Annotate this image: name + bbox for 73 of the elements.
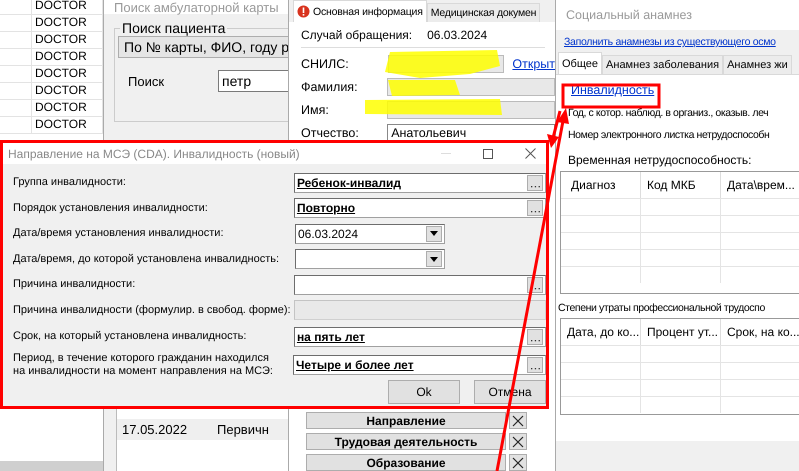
section-label: Степени утраты профессиональной трудоспо — [558, 302, 766, 314]
field-label: Дата/время установления инвалидности: — [13, 227, 224, 240]
field-label: Срок, на который установлена инвалидность: — [13, 330, 248, 343]
table-cell — [0, 31, 32, 49]
tab[interactable]: Основная информация — [293, 0, 427, 22]
table-cell — [0, 82, 32, 100]
field-label: Причина инвалидности: — [13, 278, 136, 292]
remove-button[interactable] — [509, 433, 527, 450]
section-button[interactable]: Образование — [306, 454, 506, 471]
column-header[interactable]: Дата\врем... — [721, 172, 799, 198]
case-label: Случай обращения: — [301, 28, 412, 42]
column-header[interactable]: Срок, на ко... — [721, 319, 799, 345]
field-label: Фамилия: — [301, 80, 359, 94]
column-header[interactable]: Дата, до ко... — [561, 319, 641, 345]
lookup-field[interactable] — [294, 274, 546, 295]
window-title: Поиск амбулаторной карты — [114, 1, 279, 14]
open-link[interactable]: Открыт — [512, 56, 555, 70]
lookup-field[interactable]: Повторно — [294, 198, 546, 218]
search-field[interactable]: петр — [218, 70, 288, 92]
dropdown-caret-icon — [430, 231, 438, 236]
column-header[interactable]: Код МКБ — [641, 172, 721, 198]
table-cell — [0, 14, 32, 32]
lookup-field[interactable]: Ребенок-инвалид — [294, 172, 546, 193]
table-cell — [0, 0, 32, 15]
field-label: Причина инвалидности (формулир. в свобод. форме): — [13, 304, 292, 317]
section-button[interactable]: Трудовая деятельность — [306, 433, 506, 450]
highlighter-stroke — [388, 80, 460, 96]
close-icon — [512, 456, 524, 468]
table-cell — [0, 99, 32, 117]
field-label: Отчество: — [301, 126, 360, 140]
table-cell-text: 17.05.2022 — [121, 421, 188, 439]
field-label: Номер электронного листка нетрудоспособн — [568, 129, 770, 141]
field-label: Группа инвалидности: — [13, 176, 127, 190]
warning-icon — [297, 5, 310, 18]
tab[interactable]: Анамнез жи — [723, 55, 792, 74]
field-label: Год, с котор. наблюд. в организ., оказыв. леч — [568, 107, 770, 119]
text-field[interactable]: Анатольевич — [387, 124, 555, 142]
remove-button[interactable] — [509, 412, 527, 429]
column-header[interactable]: Процент ут... — [641, 319, 721, 345]
table-cell — [0, 48, 32, 66]
field-label: СНИЛС: — [301, 56, 350, 70]
field-label: Порядок установления инвалидности: — [13, 202, 209, 215]
lookup-field[interactable]: на пять лет — [294, 326, 546, 346]
tab[interactable]: Анамнез заболевания — [602, 55, 724, 74]
disability-link[interactable]: Инвалидность — [571, 83, 654, 97]
search-label: Поиск — [127, 74, 166, 88]
section-label: Временная нетрудоспособность: — [568, 153, 752, 167]
date-field[interactable]: 06.03.2024 — [295, 224, 445, 244]
close-icon — [512, 414, 524, 426]
case-date: 06.03.2024 — [427, 28, 488, 42]
table-cell-text: Первичн — [216, 421, 270, 439]
dropdown-caret-icon — [430, 256, 438, 262]
table-row[interactable]: 17.05.2022 Первичн — [117, 419, 288, 440]
table-cell — [0, 116, 32, 134]
remove-button[interactable] — [509, 454, 527, 471]
table-cell — [0, 65, 32, 83]
window-title: Социальный анамнез — [566, 8, 692, 22]
date-field[interactable] — [295, 249, 445, 270]
field-label: Дата/время, до которой установлена инвалидность: — [13, 252, 280, 266]
ok-button[interactable]: Ok — [388, 380, 460, 404]
dialog-title: Направление на МСЭ (CDA). Инвалидность (новый) — [8, 146, 300, 160]
fill-history-link[interactable]: Заполнить анамнезы из существующего осмо — [564, 36, 776, 48]
field-label: Период, в течение которого гражданин находился на инвалидности на момент направления на МСЭ: — [13, 352, 274, 378]
field-label: Имя: — [301, 102, 330, 116]
close-icon — [512, 436, 524, 448]
group-title: Поиск пациента — [121, 20, 226, 36]
maximize-icon[interactable] — [483, 148, 493, 158]
lookup-field[interactable]: Четыре и более лет — [293, 355, 546, 375]
tab[interactable]: Общее — [558, 52, 602, 74]
tab[interactable]: Медицинская докумен — [426, 3, 540, 22]
column-header[interactable]: Диагноз — [561, 172, 641, 198]
section-button[interactable]: Направление — [306, 412, 506, 429]
close-icon[interactable] — [525, 148, 536, 159]
